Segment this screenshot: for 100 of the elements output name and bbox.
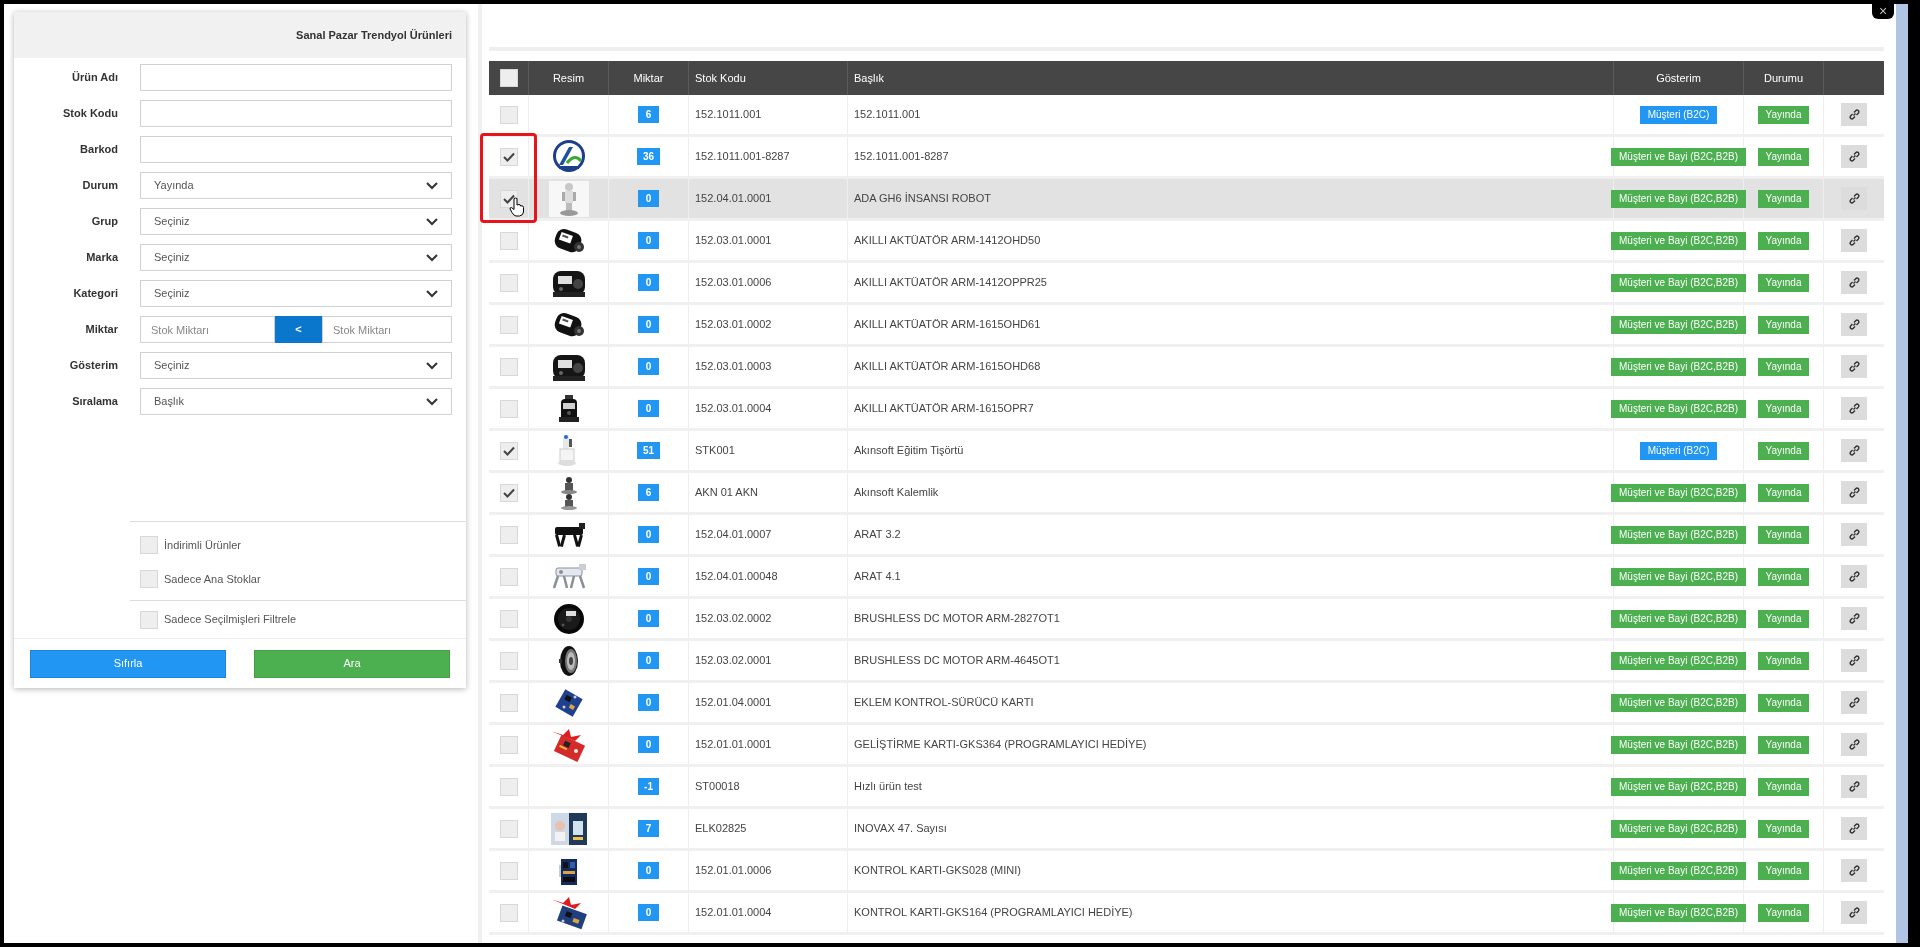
max-quantity-field[interactable]: Stok Miktarı — [322, 316, 452, 343]
link-button[interactable] — [1841, 817, 1867, 840]
field-label: Sıralama — [71, 394, 118, 410]
field-label: Marka — [85, 250, 118, 266]
status-tag: Yayında — [1757, 735, 1810, 754]
checkbox[interactable] — [499, 441, 518, 460]
status-tag: Yayında — [1757, 189, 1810, 208]
link-button[interactable] — [1841, 565, 1867, 588]
status-tag: Yayında — [1757, 105, 1810, 124]
link-button[interactable] — [1841, 103, 1867, 126]
hand-cursor-icon — [509, 197, 525, 217]
checkbox[interactable] — [499, 777, 518, 796]
select-field[interactable]: Seçiniz — [140, 280, 452, 307]
product-title: INOVAX 47. Sayısı — [854, 821, 947, 837]
close-button[interactable]: × — [1872, 3, 1894, 19]
text-input[interactable] — [140, 64, 452, 91]
checkbox[interactable] — [499, 357, 518, 376]
text-input[interactable] — [140, 100, 452, 127]
visibility-tag: Müşteri ve Bayi (B2C,B2B) — [1611, 777, 1746, 796]
stock-code: 152.01.04.0001 — [695, 695, 772, 711]
link-button[interactable] — [1841, 523, 1867, 546]
chevron-down-icon — [426, 253, 438, 262]
select-field[interactable]: Seçiniz — [140, 244, 452, 271]
link-button[interactable] — [1841, 271, 1867, 294]
checkbox[interactable] — [499, 273, 518, 292]
link-button[interactable] — [1841, 649, 1867, 672]
checkbox[interactable] — [499, 315, 518, 334]
product-title: BRUSHLESS DC MOTOR ARM-4645OT1 — [854, 653, 1060, 669]
status-tag: Yayında — [1757, 819, 1810, 838]
link-button[interactable] — [1841, 691, 1867, 714]
quantity-tag: 36 — [636, 148, 661, 165]
stock-code: 152.03.01.0001 — [695, 233, 772, 249]
status-tag: Yayında — [1757, 693, 1810, 712]
link-button[interactable] — [1841, 313, 1867, 336]
checkbox[interactable] — [499, 231, 518, 250]
checkbox[interactable] — [499, 861, 518, 880]
select-field[interactable]: Yayında — [140, 172, 452, 199]
checkbox[interactable] — [499, 147, 518, 166]
select-field[interactable]: Seçiniz — [140, 352, 452, 379]
scrollbar[interactable] — [1896, 4, 1908, 943]
product-title: ARAT 4.1 — [854, 569, 901, 585]
link-button[interactable] — [1841, 355, 1867, 378]
checkbox[interactable] — [499, 105, 518, 124]
checkbox[interactable] — [140, 610, 158, 629]
product-title: 152.1011.001-8287 — [854, 149, 949, 165]
checkbox[interactable] — [499, 651, 518, 670]
link-button[interactable] — [1841, 187, 1867, 210]
link-button[interactable] — [1841, 733, 1867, 756]
visibility-tag: Müşteri ve Bayi (B2C,B2B) — [1611, 231, 1746, 250]
quantity-tag: 0 — [638, 694, 659, 711]
checkbox[interactable] — [499, 567, 518, 586]
link-button[interactable] — [1841, 607, 1867, 630]
stock-code: 152.03.02.0002 — [695, 611, 772, 627]
checkbox[interactable] — [499, 399, 518, 418]
link-button[interactable] — [1841, 397, 1867, 420]
compare-button[interactable]: < — [275, 316, 322, 343]
column-header: Stok Kodu — [695, 70, 746, 86]
checkbox[interactable] — [499, 69, 518, 87]
chevron-down-icon — [426, 181, 438, 190]
link-icon — [1848, 613, 1860, 624]
product-title: AKILLI AKTÜATÖR ARM-1412OPPR25 — [854, 275, 1047, 291]
checkbox[interactable] — [499, 483, 518, 502]
link-button[interactable] — [1841, 859, 1867, 882]
checkbox[interactable] — [499, 903, 518, 922]
stock-code: 152.03.01.0003 — [695, 359, 772, 375]
checkbox[interactable] — [140, 570, 158, 588]
product-title: ADA GH6 İNSANSI ROBOT — [854, 191, 991, 207]
link-icon — [1848, 403, 1860, 414]
product-title: AKILLI AKTÜATÖR ARM-1615OHD61 — [854, 317, 1041, 333]
checkbox[interactable] — [499, 609, 518, 628]
status-tag: Yayında — [1757, 483, 1810, 502]
link-button[interactable] — [1841, 145, 1867, 168]
quantity-tag: 0 — [638, 274, 659, 291]
checkbox[interactable] — [499, 693, 518, 712]
product-title: AKILLI AKTÜATÖR ARM-1615OHD68 — [854, 359, 1041, 375]
status-tag: Yayında — [1757, 903, 1810, 922]
visibility-tag: Müşteri (B2C) — [1639, 105, 1718, 124]
link-button[interactable] — [1841, 481, 1867, 504]
select-field[interactable]: Seçiniz — [140, 208, 452, 235]
visibility-tag: Müşteri ve Bayi (B2C,B2B) — [1611, 609, 1746, 628]
min-quantity-field[interactable]: Stok Miktarı — [140, 316, 275, 343]
chevron-down-icon — [426, 289, 438, 298]
stock-code: 152.04.01.0007 — [695, 527, 772, 543]
link-button[interactable] — [1841, 901, 1867, 924]
text-input[interactable] — [140, 136, 452, 163]
checkbox[interactable] — [499, 525, 518, 544]
link-button[interactable] — [1841, 229, 1867, 252]
select-field[interactable]: Başlık — [140, 388, 452, 415]
field-label: Ürün Adı — [70, 70, 118, 86]
checkbox[interactable] — [499, 819, 518, 838]
field-label: Barkod — [79, 142, 118, 158]
link-button[interactable] — [1841, 775, 1867, 798]
visibility-tag: Müşteri ve Bayi (B2C,B2B) — [1611, 819, 1746, 838]
checkbox[interactable] — [140, 536, 158, 554]
product-title: 152.1011.001 — [854, 107, 921, 123]
checkbox[interactable] — [499, 735, 518, 754]
panel-title: Sanal Pazar Trendyol Ürünleri — [296, 27, 452, 43]
link-button[interactable] — [1841, 439, 1867, 462]
product-title: Hızlı ürün test — [854, 779, 922, 795]
option-label: Sadece Seçilmişleri Filtrele — [164, 612, 297, 628]
